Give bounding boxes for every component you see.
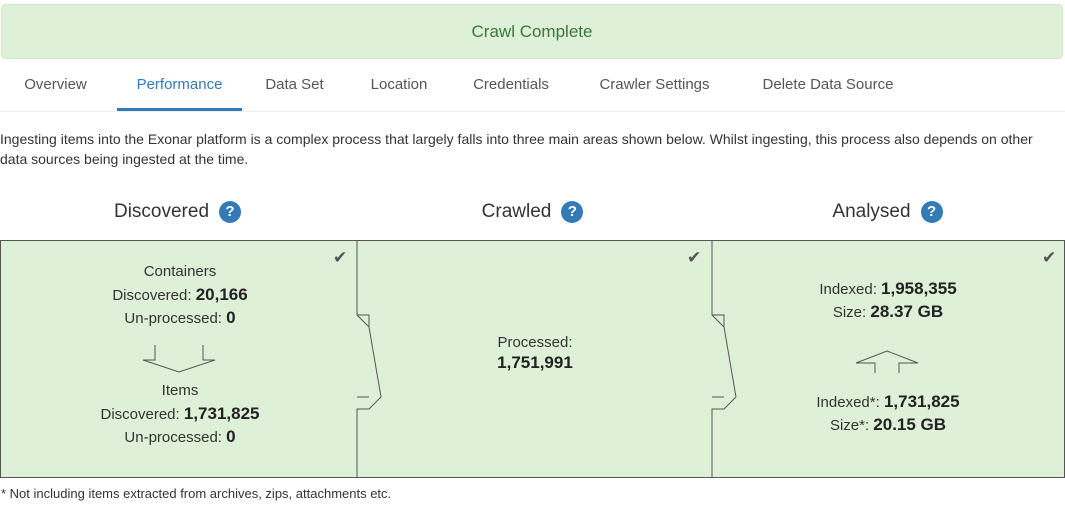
indexed-star-value: 1,731,825 — [883, 392, 960, 411]
containers-discovered-label: Discovered: — [112, 287, 192, 304]
check-icon: ✔ — [687, 248, 702, 267]
processed-label: Processed: — [497, 334, 573, 351]
size-star-value: 20.15 GB — [873, 415, 947, 434]
size-row: Size: 28.37 GB — [768, 302, 1008, 323]
indexed-star-row: Indexed*: 1,731,825 — [768, 392, 1008, 413]
items-unprocessed-value: 0 — [226, 427, 236, 446]
items-discovered-value: 1,731,825 — [183, 404, 260, 423]
size-star-label: Size*: — [829, 417, 870, 434]
size-label: Size: — [832, 304, 867, 321]
containers-unprocessed-value: 0 — [226, 308, 236, 327]
check-icon: ✔ — [1042, 248, 1057, 267]
items-title: Items — [161, 382, 199, 399]
processed-value-row: 1,751,991 — [415, 353, 655, 374]
indexed-value: 1,958,355 — [881, 279, 957, 298]
items-discovered-label: Discovered: — [100, 406, 180, 423]
containers-discovered: Discovered: 20,166 — [60, 285, 300, 306]
processed-value: 1,751,991 — [497, 353, 573, 372]
containers-unprocessed-label: Un-processed: — [124, 310, 222, 327]
footnote: * Not including items extracted from arc… — [1, 486, 392, 501]
indexed-label: Indexed: — [819, 281, 877, 298]
items-discovered: Discovered: 1,731,825 — [60, 404, 300, 425]
size-value: 28.37 GB — [870, 302, 944, 321]
containers-title: Containers — [143, 263, 217, 280]
indexed-row: Indexed: 1,958,355 — [768, 279, 1008, 300]
indexed-star-label: Indexed*: — [816, 394, 880, 411]
items-unprocessed-label: Un-processed: — [124, 429, 222, 446]
size-star-row: Size*: 20.15 GB — [768, 415, 1008, 436]
check-icon: ✔ — [333, 248, 348, 267]
items-unprocessed: Un-processed: 0 — [60, 427, 300, 448]
containers-unprocessed: Un-processed: 0 — [60, 308, 300, 329]
containers-discovered-value: 20,166 — [195, 285, 248, 304]
